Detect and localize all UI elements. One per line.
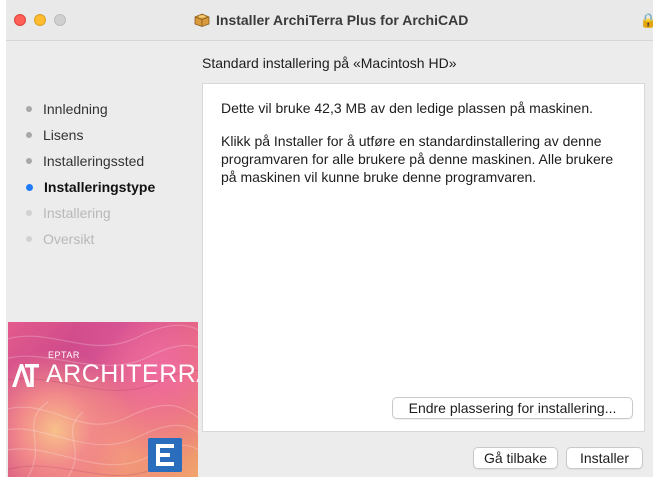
step-bullet [26,132,32,138]
step-bullet [26,106,32,112]
step-bullet [26,236,32,242]
brand-eptar-text: EPTAR [48,350,80,360]
sidebar-item-label: Innledning [43,101,108,117]
architerra-logo-icon [12,363,39,387]
steps-sidebar: Innledning Lisens Installeringssted Inst… [6,96,196,252]
title-bar[interactable]: Installer ArchiTerra Plus for ArchiCAD 🔒 [6,0,653,41]
step-bullet [26,158,32,164]
brand-wordmark: ARCHITERRA [46,360,198,388]
disk-usage-text: Dette vil bruke 42,3 MB av den ledige pl… [221,100,593,116]
sidebar-item-label: Lisens [43,127,84,143]
install-button[interactable]: Installer [566,447,643,469]
sidebar-item-installering: Installering [6,200,196,226]
brand-panel: EPTAR ARCHITERRA [8,322,198,477]
installer-window: Installer ArchiTerra Plus for ArchiCAD 🔒… [6,0,653,477]
step-bullet [26,210,32,216]
lock-icon: 🔒 [639,12,653,28]
package-icon [194,13,210,27]
sidebar-item-lisens: Lisens [6,122,196,148]
back-button[interactable]: Gå tilbake [473,447,558,469]
sidebar-item-label: Oversikt [43,231,95,247]
sidebar-item-innledning: Innledning [6,96,196,122]
sidebar-item-oversikt: Oversikt [6,226,196,252]
change-install-location-button[interactable]: Endre plassering for installering... [392,397,633,419]
content-panel: Dette vil bruke 42,3 MB av den ledige pl… [202,83,645,432]
sidebar-item-label: Installeringstype [44,179,156,195]
eptar-e-icon [148,438,182,472]
zoom-button[interactable] [54,14,66,26]
sidebar-item-installeringssted: Installeringssted [6,148,196,174]
window-title: Installer ArchiTerra Plus for ArchiCAD [216,12,469,28]
step-bullet-active [26,183,33,191]
sidebar-item-label: Installering [43,205,111,221]
minimize-button[interactable] [34,14,46,26]
close-button[interactable] [14,14,26,26]
brand-logo: ARCHITERRA [10,360,198,389]
window-title-group: Installer ArchiTerra Plus for ArchiCAD [194,11,468,29]
page-subtitle: Standard installering på «Macintosh HD» [202,55,457,71]
sidebar-item-installeringstype: Installeringstype [6,174,196,200]
install-description-text: Klikk på Installer for å utføre en stand… [221,133,614,185]
sidebar-item-label: Installeringssted [43,153,145,169]
